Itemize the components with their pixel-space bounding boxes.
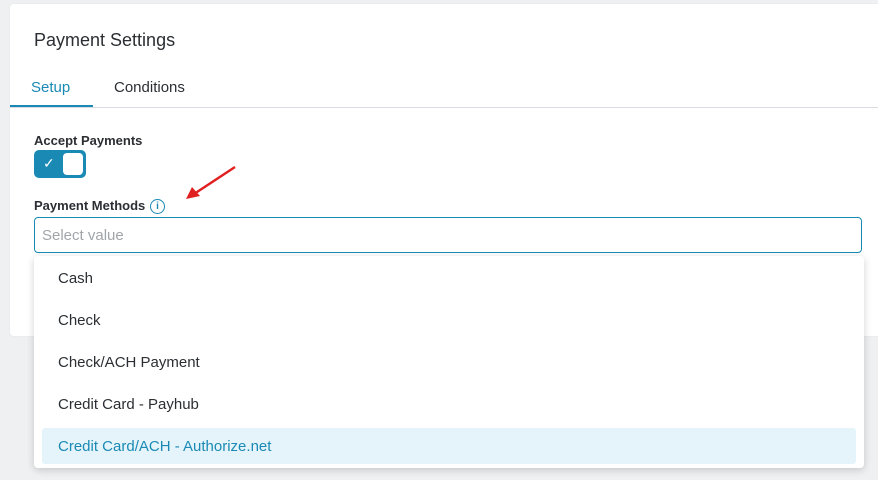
active-tab-underline [10,105,93,107]
tab-bar: Setup Conditions [10,70,878,108]
payment-methods-dropdown: Cash Check Check/ACH Payment Credit Card… [34,256,864,468]
tab-conditions[interactable]: Conditions [114,79,185,96]
option-label: Cash [58,270,94,287]
check-icon: ✓ [43,155,55,171]
annotation-arrow-icon [186,165,236,199]
toggle-knob [63,153,83,175]
accept-payments-label: Accept Payments [34,133,143,148]
accept-payments-toggle[interactable]: ✓ [34,150,86,178]
payment-methods-input[interactable] [40,226,824,245]
option-credit-card-ach-authorize-net[interactable]: Credit Card/ACH - Authorize.net [42,428,856,464]
payment-methods-label: Payment Methods [34,198,146,213]
option-check-ach-payment[interactable]: Check/ACH Payment [42,344,856,380]
option-credit-card-payhub[interactable]: Credit Card - Payhub [42,386,856,422]
option-check[interactable]: Check [42,302,856,338]
page-title: Payment Settings [34,30,176,50]
option-label: Credit Card/ACH - Authorize.net [58,438,272,455]
option-cash[interactable]: Cash [42,260,856,296]
option-label: Check/ACH Payment [58,354,200,371]
option-label: Credit Card - Payhub [58,396,199,413]
option-label: Check [58,312,101,329]
payment-methods-select[interactable] [34,217,862,253]
info-icon[interactable]: i [150,199,165,214]
tab-setup[interactable]: Setup [31,79,70,96]
